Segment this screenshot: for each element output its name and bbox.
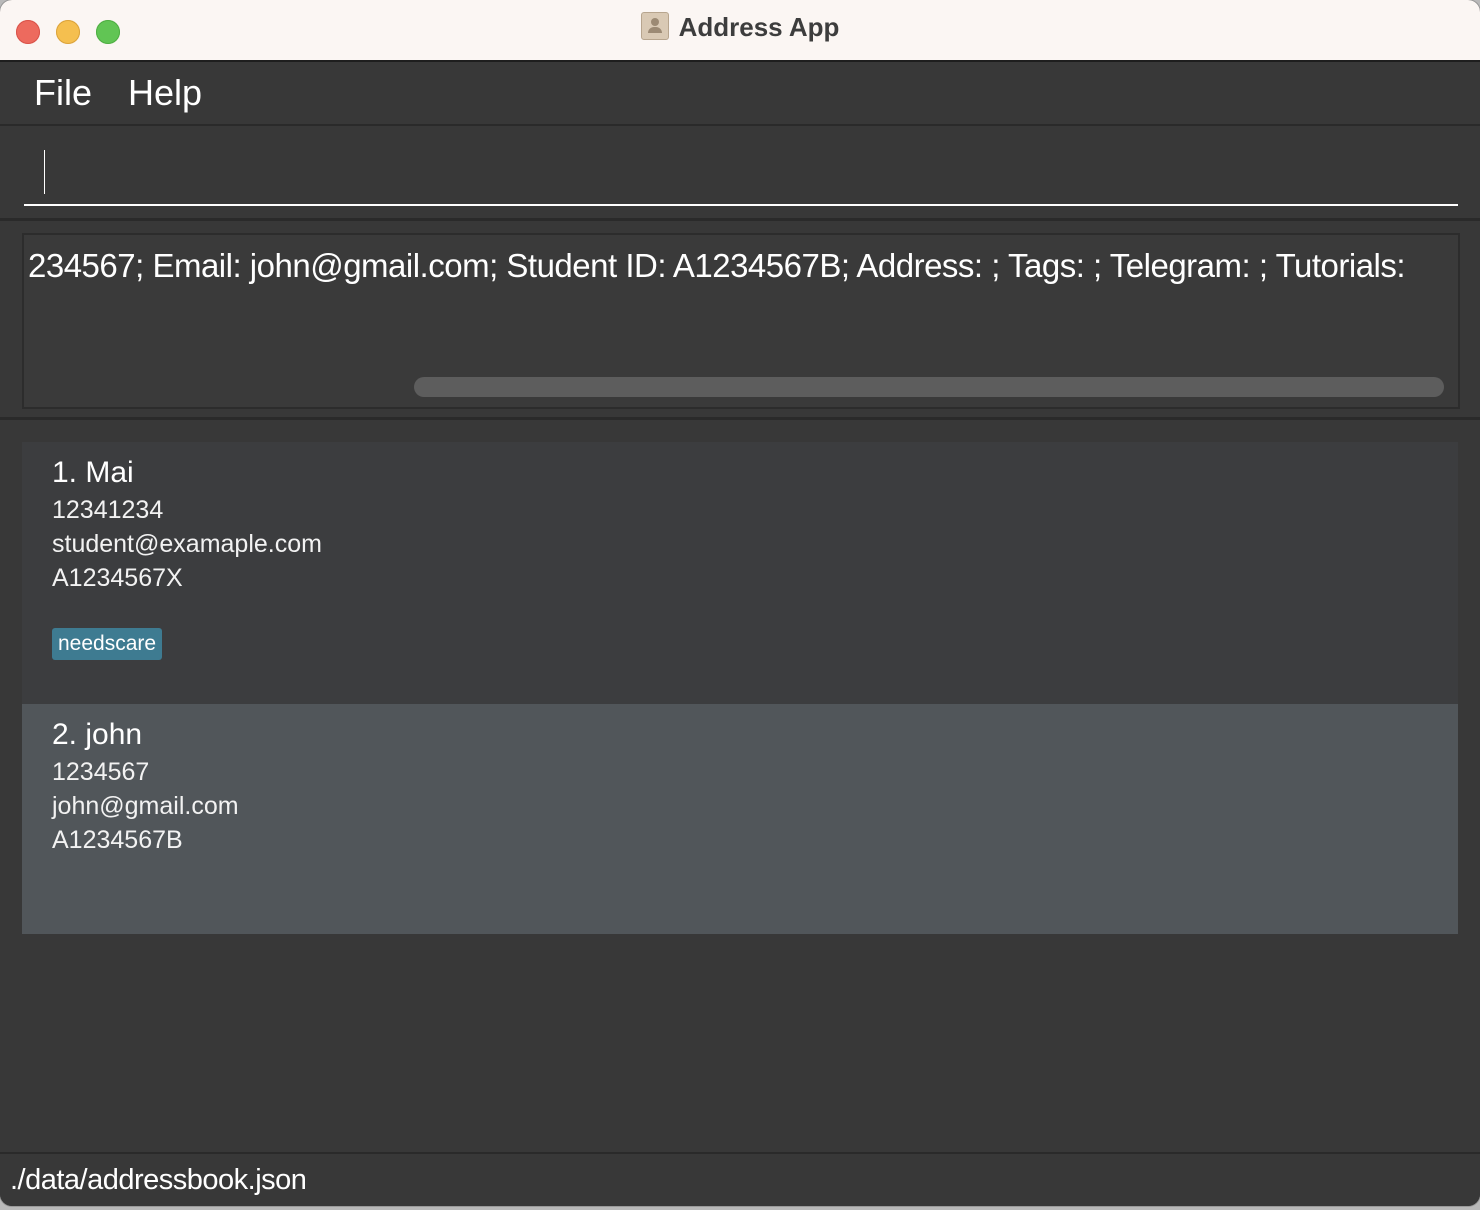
save-location: ./data/addressbook.json: [10, 1164, 307, 1196]
person-card-selected[interactable]: 2. john 1234567 john@gmail.com A1234567B: [22, 704, 1458, 934]
person-name: 2. john: [52, 718, 143, 751]
result-display[interactable]: 234567; Email: john@gmail.com; Student I…: [22, 233, 1460, 409]
person-student-id: A1234567B: [52, 826, 183, 854]
title-bar[interactable]: Address App: [0, 0, 1480, 62]
address-book-icon: [640, 12, 669, 40]
menu-bar: File Help: [0, 62, 1480, 126]
command-input[interactable]: [24, 138, 1458, 206]
status-bar: ./data/addressbook.json: [0, 1152, 1480, 1206]
app-window: Address App File Help 234567; Email: joh…: [0, 0, 1480, 1206]
menu-help[interactable]: Help: [128, 72, 202, 114]
person-name: 1. Mai: [52, 456, 134, 489]
person-card[interactable]: 1. Mai 12341234 student@examaple.com A12…: [22, 442, 1458, 704]
menu-file[interactable]: File: [34, 72, 92, 114]
person-phone: 12341234: [52, 496, 164, 524]
window-title-group: Address App: [0, 12, 1480, 43]
person-list: 1. Mai 12341234 student@examaple.com A12…: [0, 420, 1480, 1152]
text-caret: [44, 150, 45, 194]
person-phone: 1234567: [52, 758, 150, 786]
person-email: student@examaple.com: [52, 530, 322, 558]
person-email: john@gmail.com: [52, 792, 239, 820]
person-student-id: A1234567X: [52, 564, 183, 592]
result-display-area: 234567; Email: john@gmail.com; Student I…: [0, 221, 1480, 420]
window-title: Address App: [678, 12, 840, 42]
horizontal-scrollbar[interactable]: [414, 377, 1444, 397]
command-box-area: [0, 126, 1480, 221]
tag-badge: needscare: [52, 628, 163, 660]
result-message: 234567; Email: john@gmail.com; Student I…: [28, 247, 1406, 284]
